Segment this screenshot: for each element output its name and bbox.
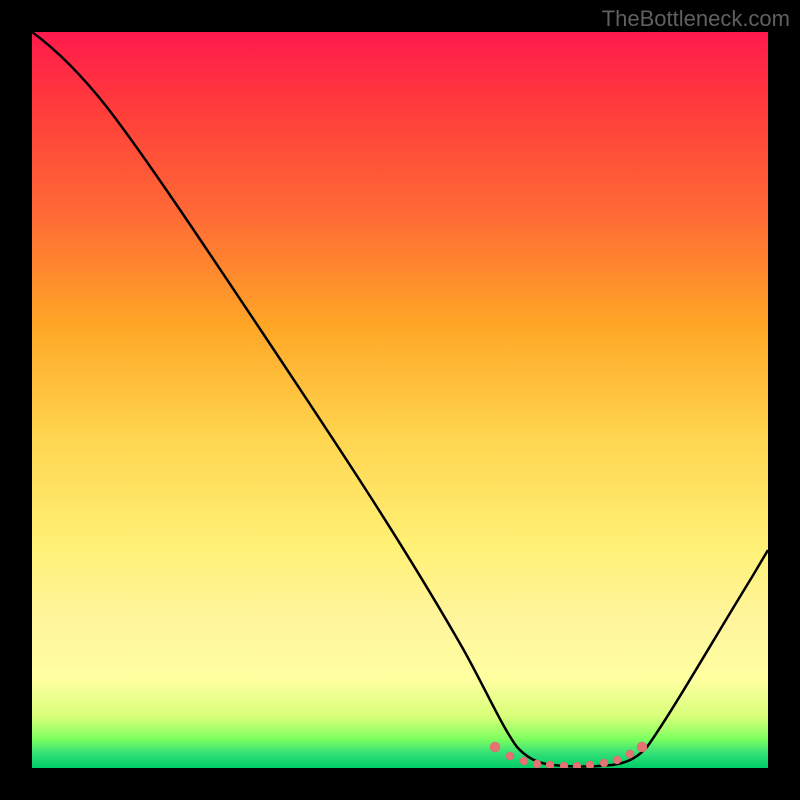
- optimal-range-dots: [490, 742, 647, 768]
- main-curve: [32, 32, 768, 767]
- watermark-text: TheBottleneck.com: [602, 6, 790, 32]
- chart-plot-area: [32, 32, 768, 768]
- bottleneck-curve-svg: [32, 32, 768, 768]
